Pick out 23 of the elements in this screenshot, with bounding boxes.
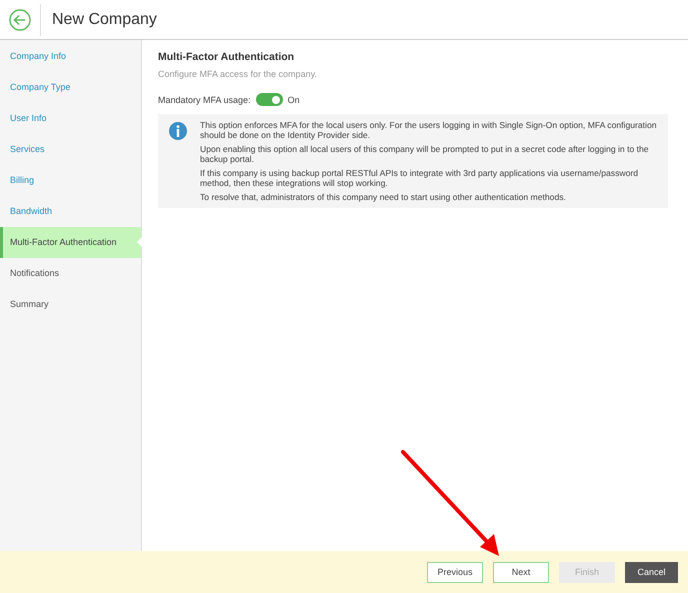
info-icon (169, 122, 187, 140)
sidebar-item[interactable]: Summary (0, 289, 141, 320)
sidebar-item[interactable]: Services (0, 134, 141, 165)
sidebar-item[interactable]: User Info (0, 103, 141, 134)
sidebar-item[interactable]: Notifications (0, 258, 141, 289)
footer-button[interactable]: Next (493, 562, 549, 582)
toggle-state: On (288, 94, 300, 104)
info-paragraph: If this company is using backup portal RESTful APIs to integrate with 3rd party applications via username/password method, then these integrations will stop working. (200, 168, 640, 188)
footer-button[interactable]: Previous (427, 562, 483, 582)
toggle-label: Mandatory MFA usage: (158, 94, 251, 104)
sidebar-item[interactable]: Multi-Factor Authentication (0, 227, 141, 258)
section-heading: Multi-Factor Authentication (158, 51, 296, 63)
sidebar-item[interactable]: Company Info (0, 41, 141, 72)
sidebar-item[interactable]: Company Type (0, 72, 141, 103)
info-paragraph: Upon enabling this option all local users of this company will be prompted to put in a secret code after logging in to the backup portal. (200, 144, 650, 164)
info-paragraph: This option enforces MFA for the local users only. For the users logging in with Single Sign-On option, MFA configuration should be done on the Identity Provider side. (200, 120, 658, 140)
section-subtitle: Configure MFA access for the company. (158, 69, 318, 79)
sidebar-item[interactable]: Billing (0, 165, 141, 196)
footer-button[interactable]: Cancel (625, 562, 678, 582)
page-title: New Company (52, 10, 157, 28)
sidebar-item[interactable]: Bandwidth (0, 196, 141, 227)
info-paragraph: To resolve that, administrators of this company need to start using other authentication methods. (200, 192, 567, 202)
mfa-toggle[interactable] (256, 93, 283, 106)
